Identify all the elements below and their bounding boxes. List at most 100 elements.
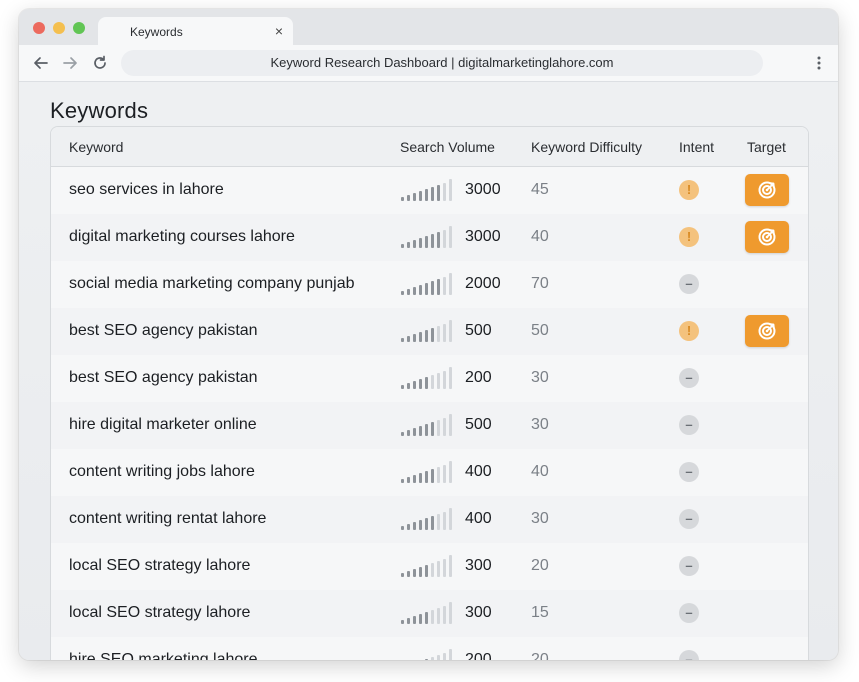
page-content: Keywords Keyword Search Volume Keyword D…: [19, 82, 838, 660]
volume-bar: [419, 614, 422, 624]
header-target[interactable]: Target: [747, 139, 786, 155]
search-volume-cell: 300: [465, 604, 492, 621]
table-row[interactable]: best SEO agency pakistan 200 30 –: [51, 355, 808, 403]
address-bar[interactable]: Keyword Research Dashboard | digitalmark…: [121, 50, 763, 76]
volume-bar: [437, 279, 440, 295]
table-row[interactable]: digital marketing courses lahore 3000 40!: [51, 214, 808, 262]
tab-close-icon[interactable]: ×: [275, 23, 283, 39]
keyword-difficulty-cell: 20: [531, 651, 549, 660]
volume-bar: [431, 281, 434, 295]
browser-window: Keywords × Keyword Research Dashboard | …: [19, 9, 838, 660]
browser-tab[interactable]: Keywords ×: [98, 17, 293, 47]
intent-neutral-icon: –: [679, 509, 699, 529]
intent-warning-icon: !: [679, 321, 699, 341]
header-search-volume[interactable]: Search Volume: [400, 139, 495, 155]
keyword-difficulty-cell: 40: [531, 228, 549, 245]
keyword-difficulty-cell: 50: [531, 322, 549, 339]
volume-bar: [449, 179, 452, 201]
volume-bar: [419, 332, 422, 342]
volume-bar: [425, 424, 428, 436]
target-icon: [758, 322, 776, 340]
target-button[interactable]: [745, 315, 789, 347]
search-volume-cell: 500: [465, 322, 492, 339]
keyword-cell: local SEO strategy lahore: [69, 557, 251, 574]
maximize-window-button[interactable]: [73, 22, 85, 34]
volume-bar: [425, 236, 428, 248]
volume-bars-icon: [401, 649, 457, 660]
table-row[interactable]: content writing jobs lahore 400 40 –: [51, 449, 808, 497]
intent-neutral-icon: –: [679, 650, 699, 660]
volume-bar: [437, 608, 440, 624]
table-row[interactable]: local SEO strategy lahore 300 15 –: [51, 590, 808, 638]
intent-neutral-icon: –: [679, 603, 699, 623]
minimize-window-button[interactable]: [53, 22, 65, 34]
volume-bar: [413, 193, 416, 201]
volume-bar: [413, 522, 416, 530]
volume-bar: [437, 326, 440, 342]
volume-bar: [431, 422, 434, 436]
target-button[interactable]: [745, 174, 789, 206]
volume-bar: [437, 514, 440, 530]
volume-bar: [443, 277, 446, 295]
table-header: Keyword Search Volume Keyword Difficulty…: [51, 127, 808, 167]
volume-bar: [437, 655, 440, 660]
volume-bar: [401, 432, 404, 436]
volume-bars-icon: [401, 602, 457, 624]
volume-bar: [449, 602, 452, 624]
forward-arrow-icon[interactable]: [61, 54, 79, 72]
table-row[interactable]: hire SEO marketing lahore 200 20 –: [51, 637, 808, 660]
volume-bar: [431, 563, 434, 577]
header-intent[interactable]: Intent: [679, 139, 714, 155]
table-row[interactable]: best SEO agency pakistan 500 50!: [51, 308, 808, 356]
intent-warning-icon: !: [679, 227, 699, 247]
search-volume-cell: 200: [465, 369, 492, 386]
reload-icon[interactable]: [91, 54, 109, 72]
table-row[interactable]: social media marketing company punjab 200…: [51, 261, 808, 309]
volume-bar: [407, 618, 410, 624]
volume-bars-icon: [401, 179, 457, 201]
volume-bar: [449, 508, 452, 530]
table-row[interactable]: content writing rentat lahore 400 30 –: [51, 496, 808, 544]
volume-bar: [425, 330, 428, 342]
table-row[interactable]: hire digital marketer online 500 30 –: [51, 402, 808, 450]
volume-bar: [425, 471, 428, 483]
close-window-button[interactable]: [33, 22, 45, 34]
tab-bar: Keywords ×: [19, 9, 838, 47]
table-row[interactable]: local SEO strategy lahore 300 20 –: [51, 543, 808, 591]
volume-bar: [443, 512, 446, 530]
volume-bar: [449, 273, 452, 295]
volume-bar: [419, 473, 422, 483]
keyword-cell: hire SEO marketing lahore: [69, 651, 258, 660]
volume-bar: [407, 571, 410, 577]
volume-bar: [425, 659, 428, 660]
target-icon: [758, 181, 776, 199]
search-volume-cell: 300: [465, 557, 492, 574]
volume-bar: [401, 479, 404, 483]
volume-bar: [449, 461, 452, 483]
header-keyword[interactable]: Keyword: [69, 139, 123, 155]
volume-bar: [437, 420, 440, 436]
header-keyword-difficulty[interactable]: Keyword Difficulty: [531, 139, 642, 155]
volume-bar: [419, 238, 422, 248]
browser-toolbar: Keyword Research Dashboard | digitalmark…: [19, 45, 838, 82]
intent-neutral-icon: –: [679, 274, 699, 294]
back-arrow-icon[interactable]: [32, 54, 50, 72]
search-volume-cell: 500: [465, 416, 492, 433]
volume-bar: [425, 377, 428, 389]
keyword-difficulty-cell: 40: [531, 463, 549, 480]
volume-bar: [437, 373, 440, 389]
volume-bar: [431, 375, 434, 389]
page-title: Keywords: [50, 98, 149, 123]
table-row[interactable]: seo services in lahore 3000 45!: [51, 167, 808, 215]
volume-bar: [419, 285, 422, 295]
volume-bar: [419, 379, 422, 389]
target-button[interactable]: [745, 221, 789, 253]
search-volume-cell: 400: [465, 463, 492, 480]
volume-bars-icon: [401, 273, 457, 295]
intent-neutral-icon: –: [679, 368, 699, 388]
more-vert-icon[interactable]: [816, 54, 822, 72]
search-volume-cell: 3000: [465, 181, 501, 198]
volume-bar: [443, 183, 446, 201]
volume-bar: [407, 195, 410, 201]
intent-neutral-icon: –: [679, 556, 699, 576]
